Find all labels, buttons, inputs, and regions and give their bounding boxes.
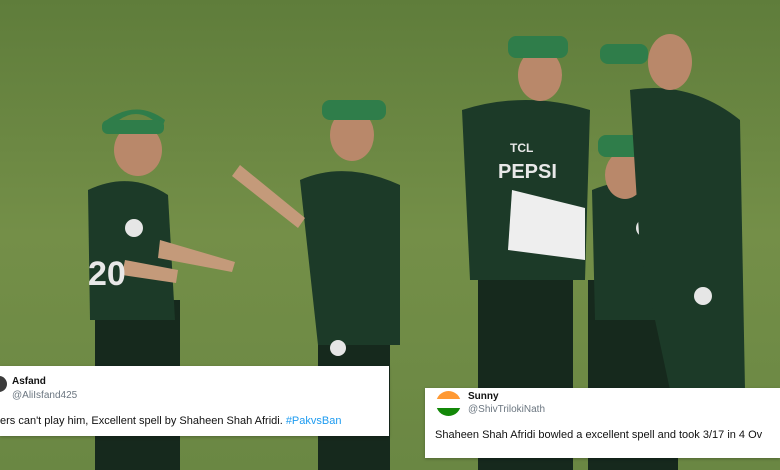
svg-text:TCL: TCL (510, 141, 533, 155)
tweet-author-name: Sunny (468, 391, 499, 402)
tweet-card-asfand[interactable]: Asfand @AliIsfand425 ers can't play him,… (0, 366, 389, 436)
tweet-author-handle[interactable]: @ShivTrilokiNath (468, 404, 545, 415)
jersey-number: 20 (88, 255, 126, 293)
tweet-author-handle[interactable]: @AliIsfand425 (12, 390, 77, 401)
profile-avatar-icon (0, 376, 7, 392)
jersey-sponsor: PEPSI (498, 161, 557, 183)
hashtag-link[interactable]: #PakvsBan (286, 415, 342, 427)
tweet-text: Shaheen Shah Afridi bowled a excellent s… (435, 429, 763, 441)
tweet-author-name: Asfand (12, 376, 46, 387)
tweet-card-sunny[interactable]: Sunny @ShivTrilokiNath Shaheen Shah Afri… (425, 388, 780, 458)
tweet-body: ers can't play him, Excellent spell by S… (0, 415, 286, 427)
india-flag-avatar-icon (436, 391, 461, 416)
tweet-text: ers can't play him, Excellent spell by S… (0, 415, 341, 427)
